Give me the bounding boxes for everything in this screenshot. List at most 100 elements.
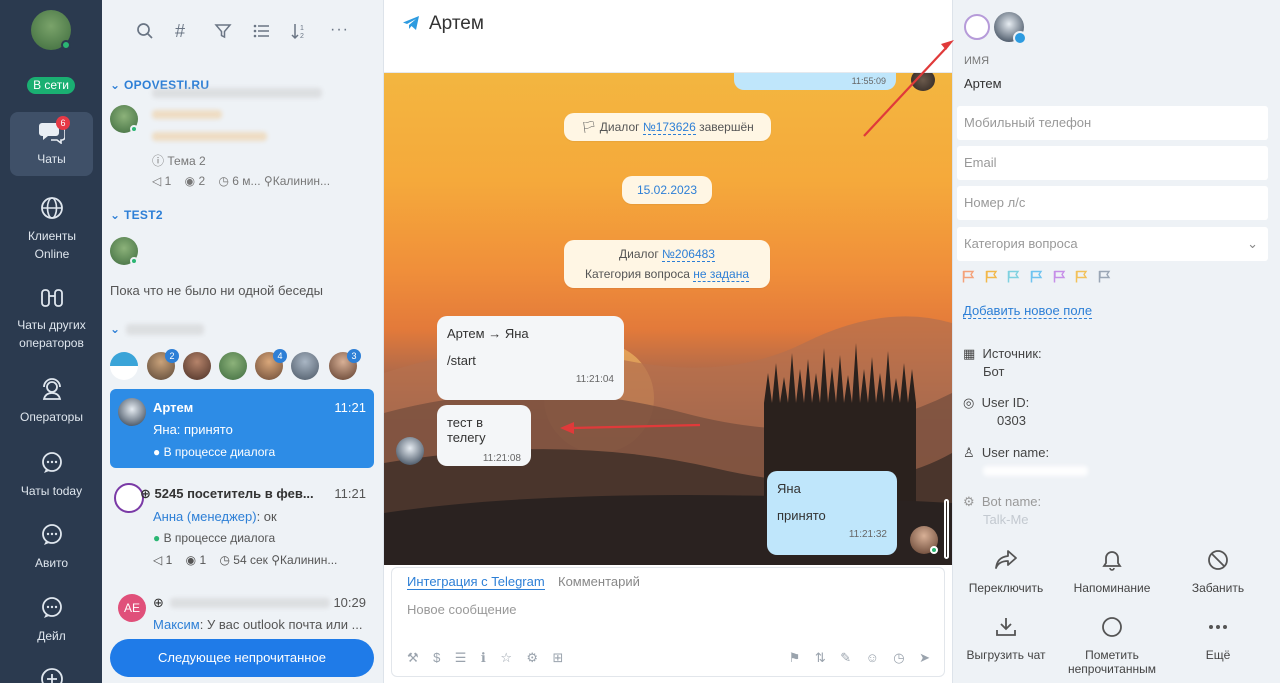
map-icon: ▦ xyxy=(963,346,976,361)
tab-telegram-integration[interactable]: Интеграция с Telegram xyxy=(407,574,545,590)
chevron-down-icon: ⌄ xyxy=(110,322,121,336)
chat-last-message: Максим: У вас outlook почта или ... xyxy=(153,617,363,632)
filter-icon[interactable] xyxy=(214,22,232,43)
flag-icon[interactable] xyxy=(1053,270,1066,286)
message-bubble[interactable]: тест в телегу 11:21:08 xyxy=(437,405,531,466)
avatar[interactable] xyxy=(291,352,319,380)
email-field[interactable]: Email xyxy=(957,146,1268,180)
mark-unread-button[interactable]: Пометить непрочитанным xyxy=(1062,616,1162,676)
rail-item-chats[interactable]: 6 Чаты xyxy=(10,112,93,176)
chat-list-panel: # 12 ··· ⌄ OPOVESTI.RU ⓘ Тема 2 ◁ 1 ◉ 2 … xyxy=(102,0,384,683)
rail-add-button[interactable] xyxy=(10,666,93,683)
phone-field[interactable]: Мобильный телефон xyxy=(957,106,1268,140)
rail-item-label: Чаты других операторов xyxy=(17,318,86,350)
export-chat-button[interactable]: Выгрузить чат xyxy=(956,616,1056,662)
flag-icon[interactable] xyxy=(1098,270,1111,286)
online-dot xyxy=(130,257,138,265)
add-field-link[interactable]: Добавить новое поле xyxy=(963,303,1093,319)
rail-item-operators[interactable]: Операторы xyxy=(10,376,93,426)
avatar xyxy=(110,237,138,265)
paperclip-icon[interactable]: ✎ xyxy=(840,650,851,665)
empty-group-text: Пока что не было ни одной беседы xyxy=(110,283,323,298)
chat-list-item[interactable]: ⊕ 5245 посетитель в фев... 11:21 Анна (м… xyxy=(110,476,374,576)
chat-list-item-selected[interactable]: Артем 11:21 Яна: принято ● В процессе ди… xyxy=(110,389,374,468)
chat-time: 11:21 xyxy=(334,400,366,415)
scrollbar[interactable] xyxy=(944,499,949,559)
rail-item-other-operators-chats[interactable]: Чаты других операторов xyxy=(10,286,93,352)
flag-icon[interactable] xyxy=(962,270,975,286)
rail-item-label: Дейл xyxy=(37,629,66,643)
chat-messages-area[interactable]: 11:55:09 🏳 Диалог №173626 завершён 15.02… xyxy=(384,73,952,565)
message-input[interactable]: Новое сообщение xyxy=(407,602,516,617)
flag-icon[interactable] xyxy=(1007,270,1020,286)
next-unread-button[interactable]: Следующее непрочитанное xyxy=(110,639,374,677)
chat-list-item[interactable]: AE ⊕ 10:29 Максим: У вас outlook почта и… xyxy=(110,588,374,634)
list-icon[interactable]: ☰ xyxy=(455,650,467,665)
rail-item-avito[interactable]: Авито xyxy=(10,522,93,572)
message-bubble[interactable]: Яна принято 11:21:32 xyxy=(767,471,897,555)
avatar-badge: 4 xyxy=(273,349,287,363)
horse-avatar-icon[interactable] xyxy=(964,14,990,40)
blurred-text xyxy=(152,88,322,98)
date-separator: 15.02.2023 xyxy=(622,176,712,204)
account-number-field[interactable]: Номер л/с xyxy=(957,186,1268,220)
telegram-icon xyxy=(403,16,419,30)
hashtag-icon[interactable]: # xyxy=(175,22,185,40)
clock-icon[interactable]: ◷ xyxy=(893,650,904,665)
avatar[interactable] xyxy=(219,352,247,380)
chat-status: ● В процессе диалога xyxy=(153,445,276,459)
message-time: 11:21:08 xyxy=(482,453,521,464)
megaphone-icon: ◁ xyxy=(153,553,163,567)
dialog-number-link[interactable]: №206483 xyxy=(662,247,715,262)
magic-wand-icon[interactable]: ⚒ xyxy=(407,650,419,665)
group-header-test2[interactable]: ⌄ TEST2 xyxy=(110,208,163,222)
switch-button[interactable]: Переключить xyxy=(956,549,1056,595)
name-value[interactable]: Артем xyxy=(964,76,1002,91)
sort-icon[interactable]: ⇅ xyxy=(815,650,826,665)
location-pin-icon: ⚲ xyxy=(271,553,281,567)
category-select[interactable]: Категория вопроса ⌄ xyxy=(957,227,1268,261)
avatar[interactable] xyxy=(183,352,211,380)
dialog-number-link[interactable]: №173626 xyxy=(642,120,696,135)
initials-avatar: AE xyxy=(118,594,146,622)
avatar[interactable]: 3 xyxy=(329,349,361,380)
flag-icon[interactable] xyxy=(1030,270,1043,286)
rail-item-clients-online[interactable]: Клиенты Online xyxy=(10,195,93,263)
category-link[interactable]: не задана xyxy=(693,267,749,282)
sitemap-icon[interactable]: ⊞ xyxy=(553,650,564,665)
flag-icon[interactable] xyxy=(1075,270,1088,286)
status-badge[interactable]: В сети xyxy=(27,77,75,94)
avatar[interactable] xyxy=(110,352,138,380)
send-icon[interactable]: ➤ xyxy=(919,650,930,665)
flag-icon[interactable] xyxy=(985,270,998,286)
chat-bubble-icon xyxy=(41,452,62,473)
emoji-icon[interactable]: ☺ xyxy=(866,650,879,665)
ban-button[interactable]: Забанить xyxy=(1168,549,1268,595)
list-icon[interactable] xyxy=(252,22,270,43)
tab-comment[interactable]: Комментарий xyxy=(558,574,640,589)
name-label: ИМЯ xyxy=(964,55,990,67)
client-avatar[interactable] xyxy=(994,12,1027,45)
star-icon[interactable]: ☆ xyxy=(500,650,512,665)
megaphone-icon: ◁ xyxy=(152,174,162,188)
avatar[interactable]: 4 xyxy=(255,349,287,380)
info-icon[interactable]: ℹ xyxy=(481,650,486,665)
message-bubble[interactable]: Артем → Яна /start 11:21:04 xyxy=(437,316,624,400)
more-icon[interactable]: ··· xyxy=(330,22,349,38)
group-header-collapsed[interactable]: ⌄ xyxy=(110,322,120,336)
rail-item-deil[interactable]: Дейл xyxy=(10,595,93,645)
source-label: ▦ Источник: xyxy=(963,346,1042,361)
list-toolbar: # 12 ··· xyxy=(102,22,384,46)
avatar[interactable]: 2 xyxy=(147,349,179,380)
reminder-button[interactable]: Напоминание xyxy=(1062,549,1162,595)
rail-item-chats-today[interactable]: Чаты today xyxy=(10,450,93,500)
more-button[interactable]: Ещё xyxy=(1168,616,1268,662)
search-icon[interactable] xyxy=(136,22,154,43)
dialog-info-notice: Диалог №206483 Категория вопроса не зада… xyxy=(564,240,770,288)
operator-avatar[interactable] xyxy=(31,10,71,50)
question-icon: ⓘ xyxy=(152,154,165,168)
robot-icon[interactable]: ⚙ xyxy=(526,650,538,665)
flag-icon[interactable]: ⚑ xyxy=(789,650,801,665)
sort-icon[interactable]: 12 xyxy=(291,22,309,43)
dollar-icon[interactable]: $ xyxy=(433,650,440,665)
